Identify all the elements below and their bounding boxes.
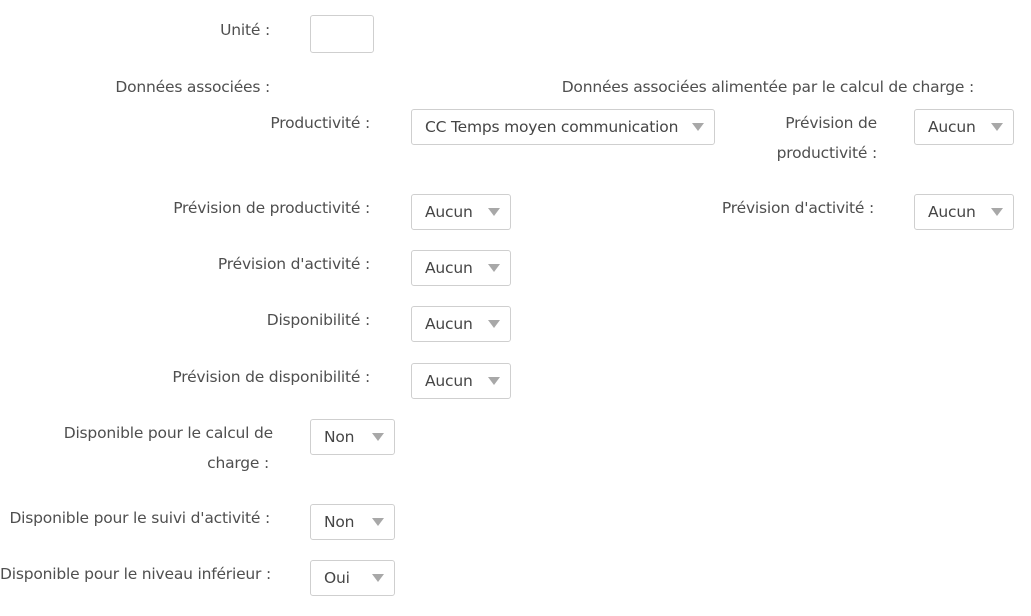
- right-prevision-productivite-label-line1: Prévision de: [785, 114, 877, 132]
- prevision-activite-label: Prévision d'activité :: [217, 255, 370, 273]
- chevron-down-icon: [488, 320, 500, 328]
- productivite-label: Productivité :: [270, 114, 370, 132]
- calcul-charge-label-line1: Disponible pour le calcul de: [63, 424, 273, 442]
- niveau-inferieur-value: Oui: [324, 569, 350, 587]
- right-prevision-productivite-value: Aucun: [928, 118, 976, 136]
- chevron-down-icon: [488, 208, 500, 216]
- right-prevision-activite-value: Aucun: [928, 203, 976, 221]
- donnees-alimentees-label: Données associées alimentée par le calcu…: [561, 78, 975, 96]
- chevron-down-icon: [991, 123, 1003, 131]
- chevron-down-icon: [372, 433, 384, 441]
- calcul-charge-value: Non: [324, 428, 355, 446]
- prevision-productivite-select[interactable]: Aucun: [411, 194, 511, 230]
- suivi-activite-label: Disponible pour le suivi d'activité :: [9, 509, 270, 527]
- chevron-down-icon: [692, 123, 704, 131]
- prevision-productivite-value: Aucun: [425, 203, 473, 221]
- unite-label: Unité :: [220, 21, 270, 39]
- right-prevision-productivite-label: Prévision de productivité :: [740, 108, 878, 168]
- niveau-inferieur-label: Disponible pour le niveau inférieur :: [0, 565, 271, 583]
- right-prevision-productivite-select[interactable]: Aucun: [914, 109, 1014, 145]
- chevron-down-icon: [991, 208, 1003, 216]
- disponibilite-select[interactable]: Aucun: [411, 306, 511, 342]
- niveau-inferieur-select[interactable]: Oui: [310, 560, 395, 596]
- productivite-select[interactable]: CC Temps moyen communication: [411, 109, 715, 145]
- donnees-associees-label: Données associées :: [115, 78, 270, 96]
- chevron-down-icon: [372, 574, 384, 582]
- prevision-disponibilite-value: Aucun: [425, 372, 473, 390]
- suivi-activite-value: Non: [324, 513, 355, 531]
- prevision-disponibilite-select[interactable]: Aucun: [411, 363, 511, 399]
- prevision-activite-select[interactable]: Aucun: [411, 250, 511, 286]
- calcul-charge-label: Disponible pour le calcul de charge :: [20, 418, 273, 478]
- calcul-charge-select[interactable]: Non: [310, 419, 395, 455]
- productivite-value: CC Temps moyen communication: [425, 118, 679, 136]
- chevron-down-icon: [488, 377, 500, 385]
- disponibilite-value: Aucun: [425, 315, 473, 333]
- calcul-charge-label-line2: charge :: [207, 454, 269, 472]
- disponibilite-label: Disponibilité :: [266, 311, 370, 329]
- right-prevision-productivite-label-line2: productivité :: [776, 144, 878, 162]
- right-prevision-activite-select[interactable]: Aucun: [914, 194, 1014, 230]
- chevron-down-icon: [488, 264, 500, 272]
- right-prevision-activite-label: Prévision d'activité :: [721, 199, 874, 217]
- prevision-activite-value: Aucun: [425, 259, 473, 277]
- prevision-productivite-label: Prévision de productivité :: [173, 199, 370, 217]
- chevron-down-icon: [372, 518, 384, 526]
- unite-input[interactable]: [310, 15, 374, 53]
- prevision-disponibilite-label: Prévision de disponibilité :: [172, 368, 370, 386]
- suivi-activite-select[interactable]: Non: [310, 504, 395, 540]
